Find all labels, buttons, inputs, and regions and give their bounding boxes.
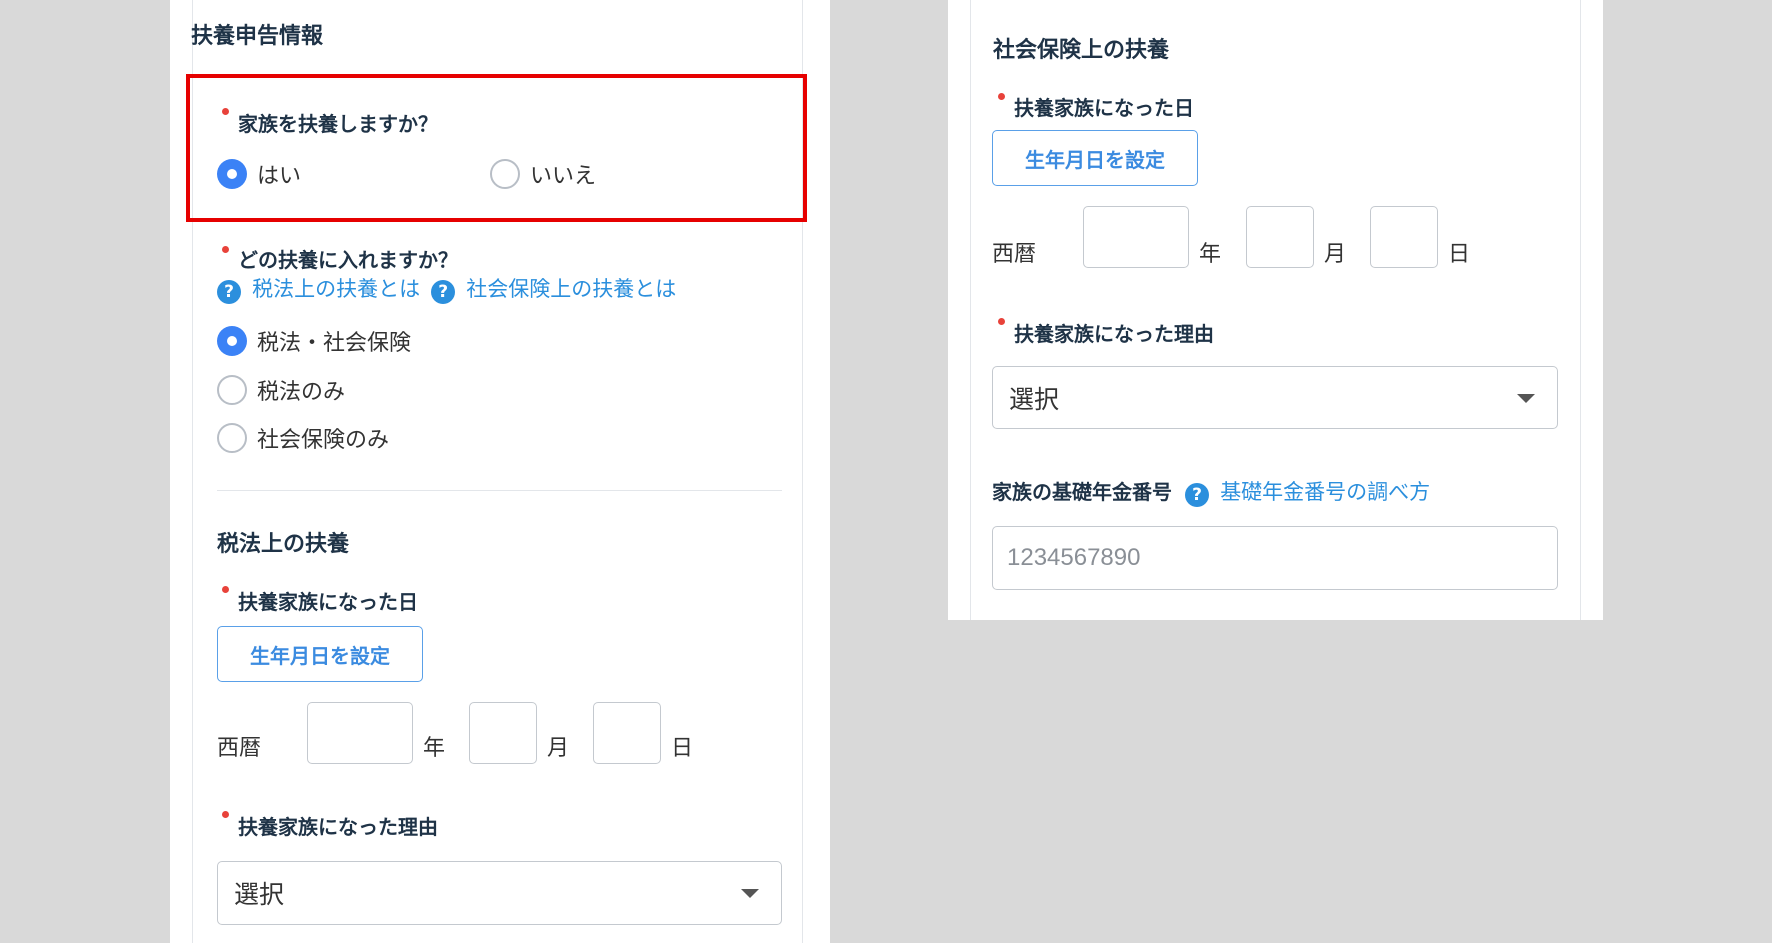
reason-select[interactable]: 選択 bbox=[217, 861, 782, 925]
required-mark bbox=[998, 318, 1005, 325]
help-link-pension-number[interactable]: 基礎年金番号の調べ方 bbox=[1220, 480, 1430, 504]
day-unit: 日 bbox=[671, 736, 694, 761]
question-circle-icon: ? bbox=[217, 279, 241, 304]
radio-option-tax-only[interactable]: 税法のみ bbox=[217, 374, 345, 406]
radio-unselected-icon[interactable] bbox=[217, 423, 247, 453]
radio-selected-icon[interactable] bbox=[217, 326, 247, 356]
reason-select-value: 選択 bbox=[234, 880, 285, 909]
section-title-dependent-declaration: 扶養申告情報 bbox=[191, 24, 324, 49]
right-form-panel: 社会保険上の扶養 扶養家族になった日 生年月日を設定 西暦 年 月 日 扶養家族… bbox=[948, 0, 1603, 620]
field-label-pension-number: 家族の基礎年金番号 bbox=[992, 480, 1172, 504]
reason-select[interactable]: 選択 bbox=[992, 366, 1558, 429]
era-label: 西暦 bbox=[217, 736, 262, 761]
pension-number-input[interactable] bbox=[992, 526, 1558, 590]
pension-label-row: 家族の基礎年金番号 ? 基礎年金番号の調べ方 bbox=[992, 476, 1430, 507]
day-input[interactable] bbox=[593, 702, 661, 764]
year-input[interactable] bbox=[1083, 206, 1189, 268]
section-divider bbox=[217, 490, 782, 491]
question-circle-icon: ? bbox=[1185, 482, 1210, 507]
required-mark bbox=[222, 246, 229, 253]
caret-down-icon bbox=[741, 889, 759, 898]
radio-label-tax-and-social: 税法・社会保険 bbox=[257, 331, 412, 356]
month-input[interactable] bbox=[1246, 206, 1314, 268]
set-birthday-button[interactable]: 生年月日を設定 bbox=[992, 130, 1198, 186]
required-mark bbox=[222, 811, 229, 818]
field-label-dependent-reason: 扶養家族になった理由 bbox=[1014, 322, 1214, 346]
question-label-support-type: どの扶養に入れますか？ bbox=[238, 248, 458, 272]
help-link-social-insurance-dependent[interactable]: 社会保険上の扶養とは bbox=[466, 277, 676, 301]
radio-unselected-icon[interactable] bbox=[217, 375, 247, 405]
radio-label-social-only: 社会保険のみ bbox=[257, 428, 390, 453]
set-birthday-button[interactable]: 生年月日を設定 bbox=[217, 626, 423, 682]
caret-down-icon bbox=[1517, 393, 1535, 403]
question-circle-icon: ? bbox=[431, 279, 456, 304]
day-unit: 日 bbox=[1448, 242, 1471, 267]
reason-select-value: 選択 bbox=[1009, 384, 1060, 414]
month-unit: 月 bbox=[1324, 242, 1347, 267]
pension-number-field[interactable] bbox=[993, 527, 1557, 589]
field-label-dependent-date: 扶養家族になった日 bbox=[238, 590, 418, 614]
help-link-tax-dependent[interactable]: 税法上の扶養とは bbox=[252, 277, 420, 301]
month-unit: 月 bbox=[547, 736, 570, 761]
right-panel-inner-border-right bbox=[1580, 0, 1581, 620]
day-input[interactable] bbox=[1370, 206, 1438, 268]
year-unit: 年 bbox=[1199, 242, 1222, 267]
field-label-dependent-reason: 扶養家族になった理由 bbox=[238, 815, 438, 839]
section-title-social-insurance-dependent: 社会保険上の扶養 bbox=[993, 38, 1170, 63]
radio-label-tax-only: 税法のみ bbox=[257, 380, 346, 405]
radio-option-tax-and-social[interactable]: 税法・社会保険 bbox=[217, 325, 411, 357]
era-label: 西暦 bbox=[992, 242, 1037, 267]
section-title-tax-dependent: 税法上の扶養 bbox=[217, 532, 350, 557]
year-unit: 年 bbox=[423, 736, 446, 761]
highlight-box bbox=[186, 74, 807, 222]
field-label-dependent-date: 扶養家族になった日 bbox=[1014, 96, 1194, 120]
month-input[interactable] bbox=[469, 702, 537, 764]
right-panel-inner-border-left bbox=[970, 0, 971, 620]
required-mark bbox=[222, 586, 229, 593]
required-mark bbox=[998, 93, 1005, 100]
year-input[interactable] bbox=[307, 702, 413, 764]
help-links-row: ? 税法上の扶養とは ? 社会保険上の扶養とは bbox=[217, 273, 676, 304]
radio-option-social-only[interactable]: 社会保険のみ bbox=[217, 422, 389, 454]
